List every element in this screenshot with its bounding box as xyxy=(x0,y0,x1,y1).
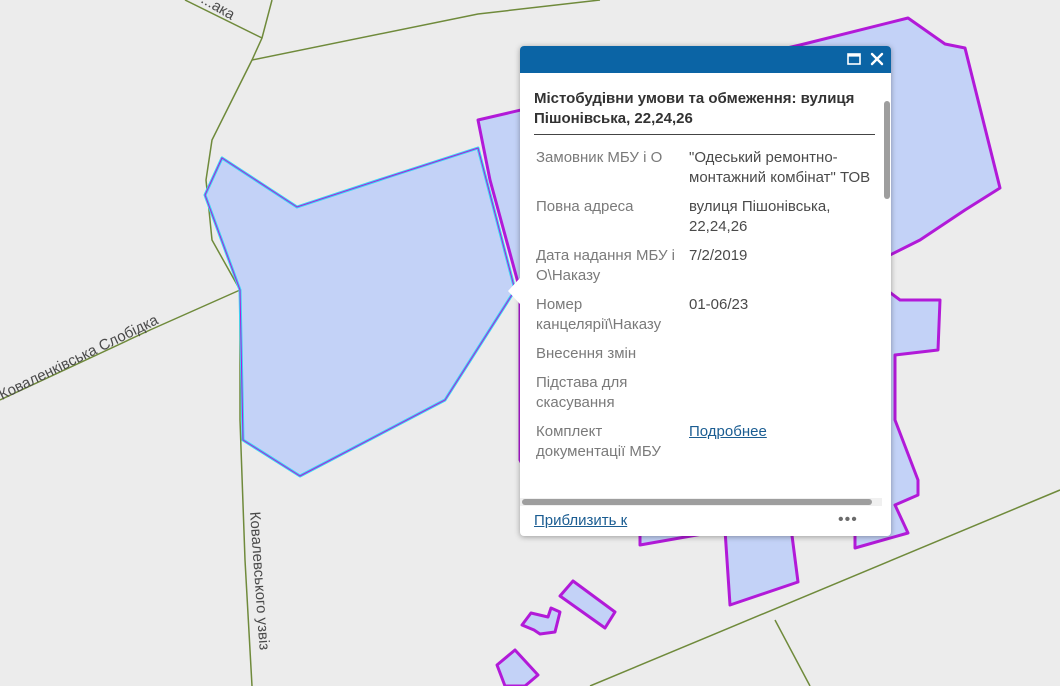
road-label-kovalevskoho: Ковалевського узвіз xyxy=(246,511,273,651)
road-bottom-branch xyxy=(774,619,811,686)
popup-body[interactable]: Містобудівни умови та обмеження: вулиця … xyxy=(520,73,891,500)
attribute-value: вулиця Пішонівська, 22,24,26 xyxy=(689,198,831,235)
horizontal-scrollbar[interactable] xyxy=(522,499,872,505)
attribute-row: Внесення змін xyxy=(536,344,871,373)
attribute-value: "Одеський ремонтно-монтажний комбінат" Т… xyxy=(689,149,871,186)
documentation-link[interactable]: Подробнее xyxy=(689,423,767,440)
attribute-key: Дата надання МБУ і О\Наказу xyxy=(536,247,675,284)
popup-pointer xyxy=(508,278,520,304)
attribute-row: Номер канцелярії\Наказу 01-06/23 xyxy=(536,295,871,344)
attribute-key: Повна адреса xyxy=(536,198,634,215)
popup-header xyxy=(520,46,891,73)
attribute-key: Підстава для скасування xyxy=(536,374,628,411)
parcel-small-1 xyxy=(558,579,617,630)
attribute-row: Дата надання МБУ і О\Наказу 7/2/2019 xyxy=(536,246,871,295)
attribute-value xyxy=(689,344,871,373)
title-divider xyxy=(534,134,875,135)
road-label-slobidka: Коваленківська Слобідка xyxy=(0,311,162,403)
attribute-row: Повна адреса вулиця Пішонівська, 22,24,2… xyxy=(536,197,871,246)
road-label-top: ...ака xyxy=(198,0,238,24)
vertical-scrollbar[interactable] xyxy=(884,101,890,199)
attribute-key: Внесення змін xyxy=(536,345,637,362)
attribute-row: Підстава для скасування xyxy=(536,373,871,422)
attribute-key: Комплект документації МБУ xyxy=(536,423,661,460)
attribute-row: Комплект документації МБУ Подробнее xyxy=(536,422,871,471)
attribute-key: Замовник МБУ і О xyxy=(536,149,663,166)
attribute-key: Номер канцелярії\Наказу xyxy=(536,296,662,333)
popup-footer: Приблизить к ••• xyxy=(520,508,891,536)
popup-title: Містобудівни умови та обмеження: вулиця … xyxy=(534,90,855,127)
parcel-small-2 xyxy=(520,606,562,636)
attribute-row: Замовник МБУ і О "Одеський ремонтно-монт… xyxy=(536,148,871,197)
selected-parcel[interactable] xyxy=(203,146,517,478)
zoom-to-link[interactable]: Приблизить к xyxy=(534,512,627,529)
attribute-value: Подробнее xyxy=(689,422,871,471)
parcel-small-3 xyxy=(495,648,540,686)
more-options-icon[interactable]: ••• xyxy=(838,511,858,529)
attribute-value xyxy=(689,373,871,422)
attribute-value: 01-06/23 xyxy=(689,296,749,313)
attribute-table: Замовник МБУ і О "Одеський ремонтно-монт… xyxy=(536,148,871,471)
maximize-icon[interactable] xyxy=(846,51,862,67)
close-icon[interactable] xyxy=(869,51,885,67)
attribute-value: 7/2/2019 xyxy=(689,247,748,264)
feature-popup[interactable]: Містобудівни умови та обмеження: вулиця … xyxy=(508,46,891,536)
